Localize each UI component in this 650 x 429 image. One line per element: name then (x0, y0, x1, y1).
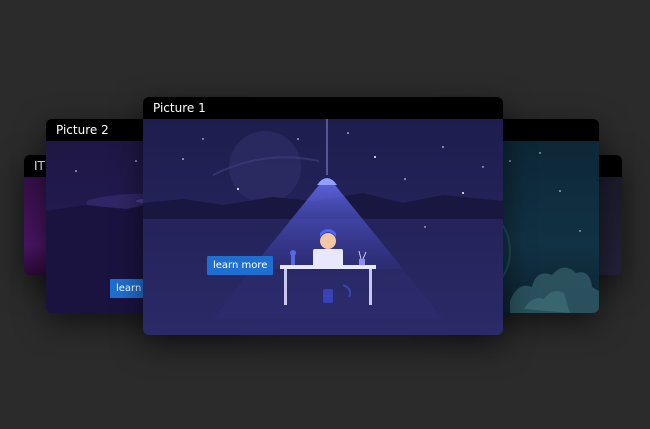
card-image (143, 119, 503, 335)
card-title-bar: Picture 1 (143, 97, 503, 119)
carousel-card-picture-1[interactable]: Picture 1 learn more (143, 97, 503, 335)
desk-lamp-illustration (143, 119, 503, 335)
card-title: Picture 1 (153, 101, 206, 115)
learn-more-button[interactable]: learn more (207, 256, 274, 275)
card-title: Picture 2 (56, 123, 109, 137)
